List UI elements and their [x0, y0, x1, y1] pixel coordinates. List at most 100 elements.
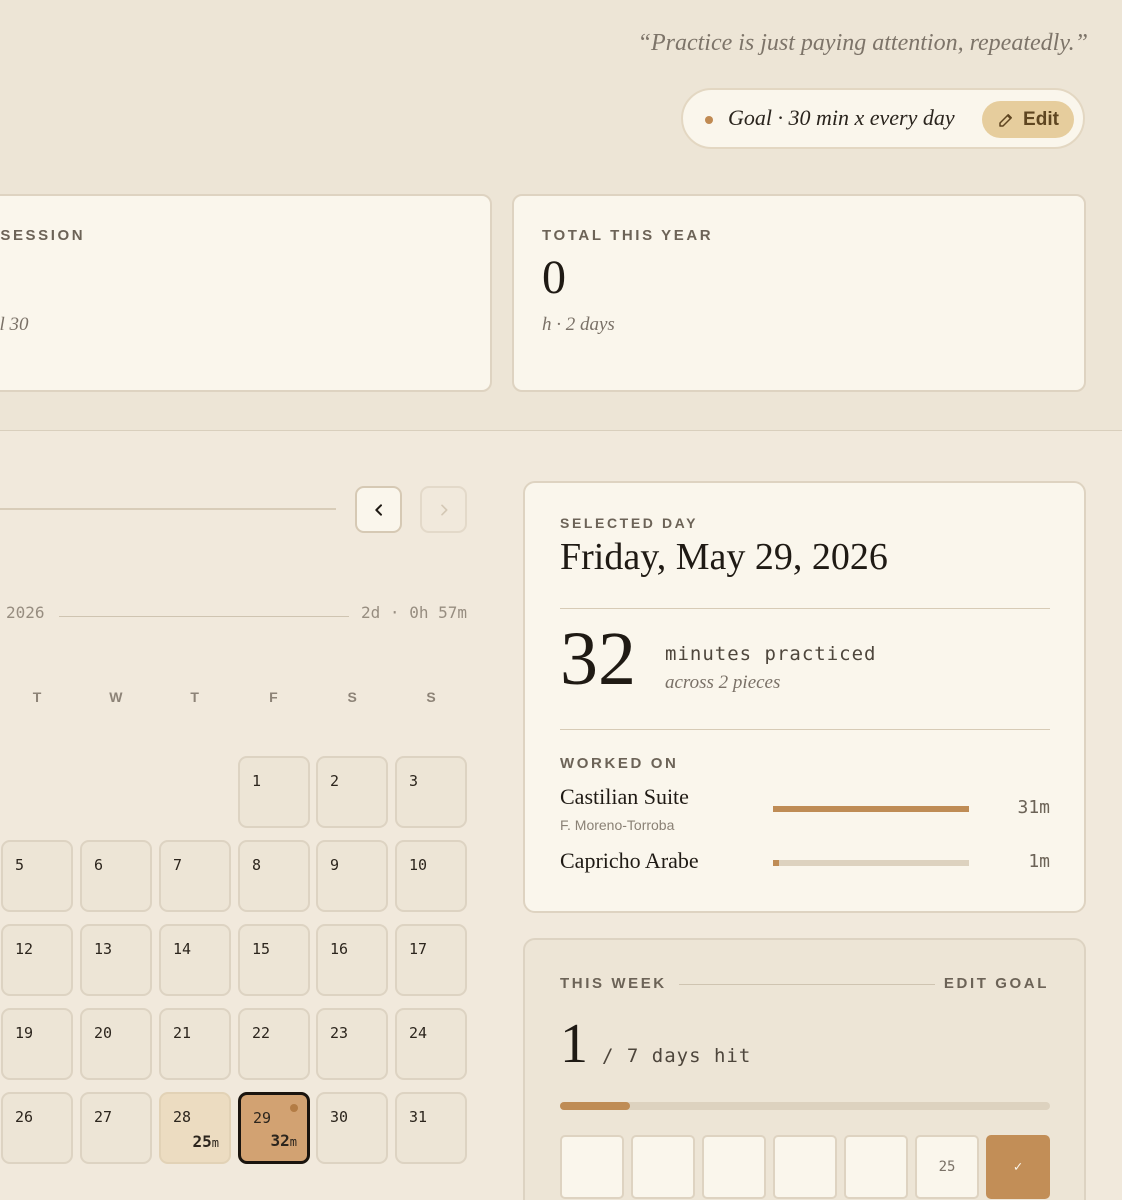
- week-day[interactable]: [702, 1135, 766, 1199]
- calendar-day[interactable]: 8: [238, 840, 310, 912]
- calendar-day[interactable]: 19: [1, 1008, 73, 1080]
- day-number: 22: [252, 1024, 271, 1042]
- calendar-day[interactable]: 30: [316, 1092, 388, 1164]
- day-number: 21: [173, 1024, 192, 1042]
- week-day[interactable]: [560, 1135, 624, 1199]
- edit-label: Edit: [1023, 108, 1059, 130]
- day-number: 3: [409, 772, 419, 790]
- days-hit-label: / 7 days hit: [602, 1045, 752, 1067]
- day-number: 28: [173, 1108, 192, 1126]
- piece-progress-fill: [773, 860, 780, 866]
- calendar-day[interactable]: 28 25m: [159, 1092, 231, 1164]
- worked-on-label: WORKED ON: [560, 755, 679, 772]
- day-number: 17: [409, 940, 428, 958]
- day-number: 9: [330, 856, 340, 874]
- calendar-day[interactable]: 17: [395, 924, 467, 996]
- piece-composer: F. Moreno-Torroba: [560, 817, 675, 833]
- calendar-day[interactable]: 13: [80, 924, 152, 996]
- calendar-day[interactable]: 5: [1, 840, 73, 912]
- year-label: TOTAL THIS YEAR: [542, 227, 714, 244]
- day-number: 19: [15, 1024, 34, 1042]
- month-label: 2026: [6, 603, 45, 622]
- selected-day-label: SELECTED DAY: [560, 515, 699, 531]
- calendar-day[interactable]: 15: [238, 924, 310, 996]
- this-week-card: THIS WEEK EDIT GOAL 1 / 7 days hit 25 ✓: [523, 938, 1086, 1200]
- prev-month-button[interactable]: [355, 486, 402, 533]
- piece-progress-bar: [773, 860, 969, 866]
- pieces-count-label: across 2 pieces: [665, 672, 781, 693]
- week-progress-fill: [560, 1102, 631, 1110]
- weekday-header: S: [347, 689, 357, 705]
- calendar-day[interactable]: 2: [316, 756, 388, 828]
- minutes-practiced-value: 32: [560, 617, 636, 701]
- session-card: LAST SESSION of · goal 30: [0, 194, 492, 392]
- piece-progress-fill: [773, 806, 969, 812]
- day-number: 13: [94, 940, 113, 958]
- goal-text: Goal · 30 min x every day: [728, 105, 955, 130]
- goal-pill: Goal · 30 min x every day Edit: [681, 88, 1085, 149]
- week-progress-bar: [560, 1102, 1050, 1110]
- week-day[interactable]: [773, 1135, 837, 1199]
- day-number: 2: [330, 772, 340, 790]
- year-sub: h · 2 days: [542, 314, 615, 335]
- day-number: 7: [173, 856, 183, 874]
- next-month-button[interactable]: [420, 486, 467, 533]
- year-value: 0: [542, 251, 566, 304]
- calendar-day[interactable]: 31: [395, 1092, 467, 1164]
- calendar-day[interactable]: 24: [395, 1008, 467, 1080]
- week-day-done[interactable]: ✓: [986, 1135, 1050, 1199]
- chevron-left-icon: [374, 503, 382, 516]
- calendar-day[interactable]: 3: [395, 756, 467, 828]
- piece-title: Capricho Arabe: [560, 848, 699, 873]
- calendar-day[interactable]: 12: [1, 924, 73, 996]
- edit-goal-button[interactable]: Edit: [982, 101, 1074, 138]
- edit-goal-link[interactable]: EDIT GOAL: [944, 975, 1049, 992]
- chevron-right-icon: [440, 504, 447, 515]
- day-minutes: 25m: [192, 1132, 220, 1151]
- day-number: 31: [409, 1108, 428, 1126]
- piece-minutes: 1m: [1028, 851, 1050, 872]
- calendar-day[interactable]: 9: [316, 840, 388, 912]
- calendar-day[interactable]: 21: [159, 1008, 231, 1080]
- calendar-divider: [0, 508, 336, 510]
- day-number: 24: [409, 1024, 428, 1042]
- day-number: 12: [15, 940, 34, 958]
- piece-progress-bar: [773, 806, 969, 812]
- day-number: 15: [252, 940, 271, 958]
- day-number: 23: [330, 1024, 349, 1042]
- day-number: 5: [15, 856, 25, 874]
- weekday-header: T: [190, 689, 199, 705]
- weekday-header: F: [269, 689, 278, 705]
- calendar-day[interactable]: 20: [80, 1008, 152, 1080]
- weekday-header: T: [32, 689, 42, 705]
- weekday-header: S: [426, 689, 436, 705]
- week-day[interactable]: 25: [915, 1135, 979, 1199]
- calendar-day[interactable]: 29 32m: [238, 1092, 310, 1164]
- calendar-day[interactable]: 1: [238, 756, 310, 828]
- month-summary: 2d · 0h 57m: [361, 603, 467, 622]
- day-number: 8: [252, 856, 262, 874]
- week-day[interactable]: [631, 1135, 695, 1199]
- session-dot-icon: [290, 1104, 298, 1112]
- divider: [560, 608, 1050, 609]
- calendar-day[interactable]: 22: [238, 1008, 310, 1080]
- calendar-day[interactable]: 23: [316, 1008, 388, 1080]
- year-card: TOTAL THIS YEAR 0 h · 2 days: [512, 194, 1086, 392]
- calendar-day[interactable]: 10: [395, 840, 467, 912]
- day-number: 10: [409, 856, 428, 874]
- day-number: 6: [94, 856, 104, 874]
- calendar-day[interactable]: 7: [159, 840, 231, 912]
- day-number: 20: [94, 1024, 113, 1042]
- this-week-label: THIS WEEK: [560, 975, 667, 992]
- calendar-day[interactable]: 26: [1, 1092, 73, 1164]
- day-number: 27: [94, 1108, 113, 1126]
- calendar-day[interactable]: 14: [159, 924, 231, 996]
- calendar-day[interactable]: 16: [316, 924, 388, 996]
- selected-day-card: SELECTED DAY Friday, May 29, 2026 32 min…: [523, 481, 1086, 913]
- calendar-day[interactable]: 6: [80, 840, 152, 912]
- day-number: 29: [253, 1109, 272, 1127]
- day-number: 14: [173, 940, 192, 958]
- week-day[interactable]: [844, 1135, 908, 1199]
- calendar-day[interactable]: 27: [80, 1092, 152, 1164]
- motivational-quote: “Practice is just paying attention, repe…: [637, 30, 1088, 56]
